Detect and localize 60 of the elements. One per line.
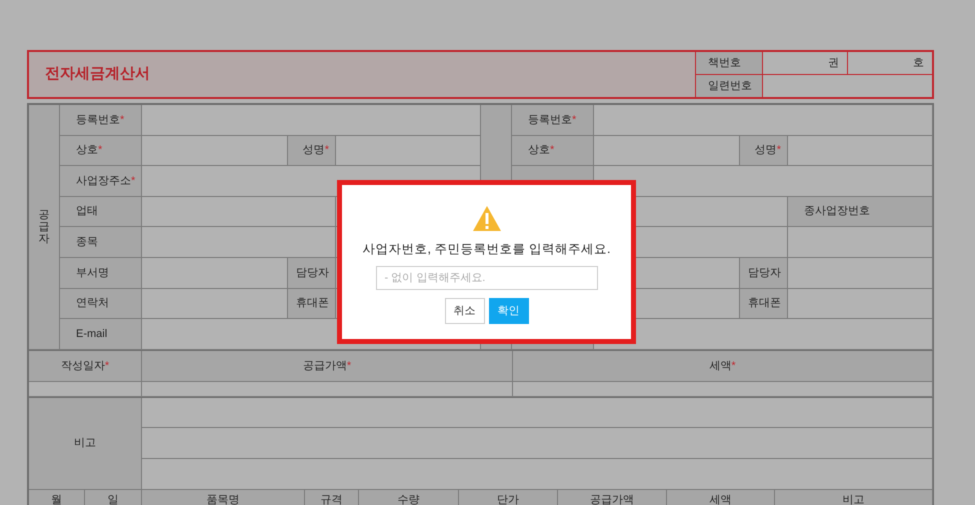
input-field[interactable]: - 없이 입력해주세요. bbox=[376, 266, 598, 290]
input-cell[interactable] bbox=[788, 136, 933, 166]
input-cell[interactable] bbox=[142, 382, 513, 397]
label-cell: 등록번호* bbox=[60, 105, 142, 136]
label-cell: 사업장주소* bbox=[60, 166, 142, 197]
input-cell[interactable] bbox=[142, 136, 288, 166]
label-cell: 비고 bbox=[775, 490, 933, 505]
label-cell: 담당자 bbox=[740, 258, 788, 289]
label-cell: 휴대폰 bbox=[740, 288, 788, 320]
input-cell[interactable] bbox=[594, 319, 933, 350]
label-cell: 품목명 bbox=[142, 490, 305, 505]
input-cell[interactable] bbox=[142, 459, 933, 490]
input-cell[interactable] bbox=[142, 428, 933, 460]
input-cell[interactable] bbox=[513, 382, 933, 397]
input-cell[interactable]: 호 bbox=[848, 52, 932, 74]
label-cell: 종사업장번호 bbox=[788, 196, 933, 228]
input-cell[interactable]: 권 bbox=[763, 52, 848, 74]
label-cell: 공급가액 bbox=[558, 490, 667, 505]
label-cell: 성명* bbox=[740, 136, 788, 166]
label-cell: 상호* bbox=[60, 136, 142, 166]
label-cell: 수량 bbox=[359, 490, 459, 505]
label-cell: 월 bbox=[29, 490, 85, 505]
label-cell: 책번호 bbox=[696, 52, 763, 74]
input-cell[interactable] bbox=[594, 136, 740, 166]
label-cell: 업태 bbox=[60, 196, 142, 228]
input-cell[interactable] bbox=[142, 258, 288, 289]
label-cell: 단가 bbox=[459, 490, 558, 505]
input-cell[interactable] bbox=[788, 227, 933, 258]
cancel-button[interactable]: 취소 bbox=[444, 298, 484, 324]
label-cell: 세액 bbox=[667, 490, 775, 505]
input-cell[interactable] bbox=[142, 196, 336, 228]
input-cell[interactable] bbox=[142, 105, 481, 136]
label-cell: 휴대폰 bbox=[288, 288, 336, 320]
input-cell[interactable] bbox=[336, 136, 481, 166]
label-cell: 공급가액* bbox=[142, 350, 513, 382]
label-cell: 세액* bbox=[513, 350, 933, 382]
warning-icon bbox=[472, 205, 502, 232]
label-cell: 작성일자* bbox=[29, 350, 142, 382]
label-cell: 종목 bbox=[60, 227, 142, 258]
dialog-message: 사업자번호, 주민등록번호를 입력해주세요. bbox=[362, 241, 610, 258]
label-cell: 성명* bbox=[288, 136, 336, 166]
input-cell[interactable] bbox=[594, 105, 933, 136]
label-cell: 일 bbox=[85, 490, 142, 505]
label-cell: 상호* bbox=[512, 136, 594, 166]
label-cell: 비고 bbox=[29, 398, 142, 490]
input-cell[interactable] bbox=[29, 382, 142, 397]
input-cell[interactable] bbox=[142, 288, 288, 320]
input-cell[interactable] bbox=[788, 288, 933, 320]
label-cell: 일련번호 bbox=[696, 75, 763, 97]
input-cell[interactable] bbox=[788, 258, 933, 289]
input-cell[interactable] bbox=[142, 227, 336, 258]
label-cell: 규격 bbox=[305, 490, 359, 505]
label-cell: 담당자 bbox=[288, 258, 336, 289]
label-cell: 등록번호* bbox=[512, 105, 594, 136]
label-cell: 연락처 bbox=[60, 288, 142, 320]
invoice-title: 전자세금계산서 bbox=[45, 64, 150, 84]
label-cell: E-mail bbox=[60, 319, 142, 350]
label-cell: 부서명 bbox=[60, 258, 142, 289]
input-cell[interactable] bbox=[142, 398, 933, 428]
section-label: 공급자 bbox=[29, 105, 60, 350]
